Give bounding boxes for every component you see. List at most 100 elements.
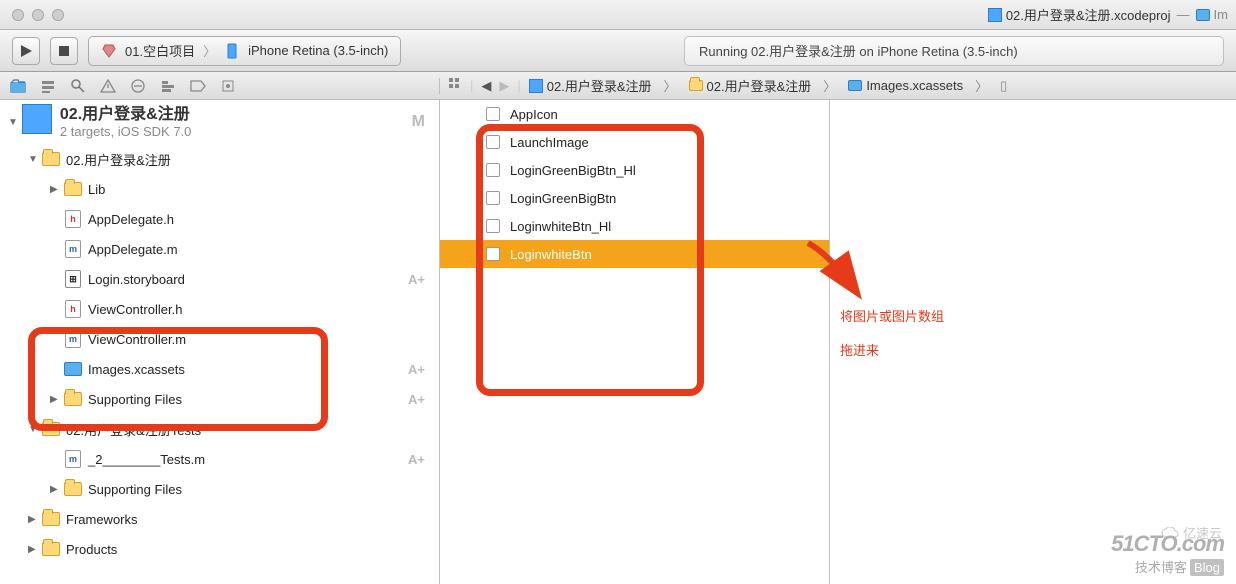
asset-list-item[interactable]: LaunchImage <box>440 128 829 156</box>
imageset-icon <box>486 135 500 149</box>
target-icon <box>101 43 117 59</box>
navigator-item[interactable]: m_2________Tests.mA+ <box>0 444 439 474</box>
project-navigator-tab[interactable] <box>10 78 26 94</box>
navigator-item[interactable]: ▶Frameworks <box>0 504 439 534</box>
filter-bar: | ◀ ▶ | 02.用户登录&注册 〉 02.用户登录&注册 〉 Images… <box>0 72 1236 100</box>
navigator-item[interactable]: m AppDelegate.m <box>0 234 439 264</box>
asset-list-item[interactable]: LoginGreenBigBtn <box>440 184 829 212</box>
navigator-item-label: AppDelegate.m <box>88 242 178 257</box>
disclosure-triangle[interactable]: ▶ <box>28 514 38 525</box>
jumpbar-project[interactable]: 02.用户登录&注册 <box>529 76 652 95</box>
disclosure-triangle[interactable]: ▶ <box>28 544 38 555</box>
scheme-selector[interactable]: 01.空白项目 〉 iPhone Retina (3.5-inch) <box>88 36 401 66</box>
imageset-icon <box>486 163 500 177</box>
navigator-item[interactable]: ▶Supporting FilesA+ <box>0 384 439 414</box>
asset-list-item[interactable]: AppIcon <box>440 100 829 128</box>
implementation-file-icon: m <box>64 240 82 258</box>
folder-icon <box>42 420 60 438</box>
jumpbar-end-icon[interactable]: ▯ <box>1000 78 1007 94</box>
folder-icon <box>64 390 82 408</box>
window-tab-label: 02.用户登录&注册.xcodeproj <box>1006 5 1171 24</box>
navigator-item[interactable]: ▶ Lib <box>0 174 439 204</box>
navigator-item[interactable]: ▶Products <box>0 534 439 564</box>
asset-list-item[interactable]: LoginGreenBigBtn_Hl <box>440 156 829 184</box>
navigator-item[interactable]: ▼ 02.用户登录&注册 <box>0 144 439 174</box>
navigator-item-label: ViewController.m <box>88 332 186 347</box>
related-items-icon[interactable] <box>448 77 462 94</box>
report-navigator-tab[interactable] <box>220 78 236 94</box>
navigator-item-label: Lib <box>88 182 105 197</box>
disclosure-triangle[interactable]: ▼ <box>28 424 38 435</box>
header-file-icon: h <box>64 210 82 228</box>
disclosure-triangle[interactable]: ▼ <box>28 154 38 165</box>
project-name: 02.用户登录&注册 <box>60 100 192 124</box>
window-tab-active[interactable]: 02.用户登录&注册.xcodeproj <box>988 5 1171 24</box>
annotation-text: 将图片或图片数组 拖进来 <box>840 300 944 368</box>
zoom-window-button[interactable] <box>52 9 64 21</box>
header-file-icon: h <box>64 300 82 318</box>
xcassets-icon <box>848 80 862 91</box>
navigator-item-label: ViewController.h <box>88 302 182 317</box>
jumpbar-file[interactable]: Images.xcassets <box>848 78 963 93</box>
debug-navigator-tab[interactable] <box>160 78 176 94</box>
navigator-item-label: 02.用户登录&注册 <box>66 150 171 169</box>
navigator-item[interactable]: Images.xcassetsA+ <box>0 354 439 384</box>
jumpbar-group[interactable]: 02.用户登录&注册 <box>689 76 812 95</box>
chevron-right-icon: 〉 <box>971 76 992 95</box>
disclosure-triangle[interactable]: ▶ <box>50 394 60 405</box>
window-tab-secondary[interactable]: Im <box>1196 7 1228 22</box>
imageset-icon <box>486 191 500 205</box>
scm-status-badge: A+ <box>408 392 425 407</box>
watermark: 51CTO.com 技术博客 Blog <box>1111 531 1224 576</box>
xcodeproj-icon <box>529 79 543 93</box>
disclosure-triangle[interactable]: ▶ <box>50 184 60 195</box>
asset-item-label: LoginGreenBigBtn <box>510 191 616 206</box>
navigator-item[interactable]: ⊞Login.storyboardA+ <box>0 264 439 294</box>
folder-icon <box>689 80 703 91</box>
disclosure-triangle[interactable]: ▼ <box>8 117 18 128</box>
symbol-navigator-tab[interactable] <box>40 78 56 94</box>
navigator-item[interactable]: h ViewController.h <box>0 294 439 324</box>
project-navigator: ▼ 02.用户登录&注册 2 targets, iOS SDK 7.0 M ▼0… <box>0 100 440 584</box>
breakpoint-navigator-tab[interactable] <box>190 78 206 94</box>
xcassets-icon <box>1196 9 1210 21</box>
project-root-item[interactable]: ▼ 02.用户登录&注册 2 targets, iOS SDK 7.0 M <box>0 100 439 144</box>
forward-button[interactable]: ▶ <box>499 78 509 94</box>
asset-list-item[interactable]: LoginwhiteBtn_Hl <box>440 212 829 240</box>
jump-bar: | ◀ ▶ | 02.用户登录&注册 〉 02.用户登录&注册 〉 Images… <box>440 76 1236 95</box>
asset-item-label: LoginGreenBigBtn_Hl <box>510 163 636 178</box>
storyboard-icon: ⊞ <box>64 270 82 288</box>
find-navigator-tab[interactable] <box>70 78 86 94</box>
window-tabs: 02.用户登录&注册.xcodeproj — Im <box>988 5 1236 24</box>
stop-button[interactable] <box>50 37 78 65</box>
test-navigator-tab[interactable] <box>130 78 146 94</box>
main-toolbar: 01.空白项目 〉 iPhone Retina (3.5-inch) Runni… <box>0 30 1236 72</box>
scheme-project-label: 01.空白项目 <box>125 41 195 60</box>
close-window-button[interactable] <box>12 9 24 21</box>
navigator-item[interactable]: ▶Supporting Files <box>0 474 439 504</box>
run-button[interactable] <box>12 37 40 65</box>
scm-status-badge: A+ <box>408 452 425 467</box>
xcodeproj-icon <box>22 104 52 134</box>
navigator-item[interactable]: mViewController.m <box>0 324 439 354</box>
navigator-selector <box>0 78 440 94</box>
navigator-item-label: Images.xcassets <box>88 362 185 377</box>
stop-icon <box>58 45 70 57</box>
chevron-right-icon: 〉 <box>203 41 216 60</box>
navigator-item[interactable]: ▼02.用户登录&注册Tests <box>0 414 439 444</box>
scheme-device-label: iPhone Retina (3.5-inch) <box>248 43 388 58</box>
disclosure-triangle[interactable]: ▶ <box>50 484 60 495</box>
navigator-item[interactable]: hAppDelegate.h <box>0 204 439 234</box>
asset-list-item[interactable]: LoginwhiteBtn <box>440 240 829 268</box>
issue-navigator-tab[interactable] <box>100 78 116 94</box>
folder-icon <box>42 540 60 558</box>
back-button[interactable]: ◀ <box>481 78 491 94</box>
imageset-icon <box>486 219 500 233</box>
status-text: Running 02.用户登录&注册 on iPhone Retina (3.5… <box>699 41 1018 60</box>
minimize-window-button[interactable] <box>32 9 44 21</box>
asset-item-label: AppIcon <box>510 107 558 122</box>
asset-item-label: LoginwhiteBtn <box>510 247 592 262</box>
scm-status-badge: A+ <box>408 272 425 287</box>
folder-icon <box>42 150 60 168</box>
project-subtitle: 2 targets, iOS SDK 7.0 <box>60 124 192 139</box>
